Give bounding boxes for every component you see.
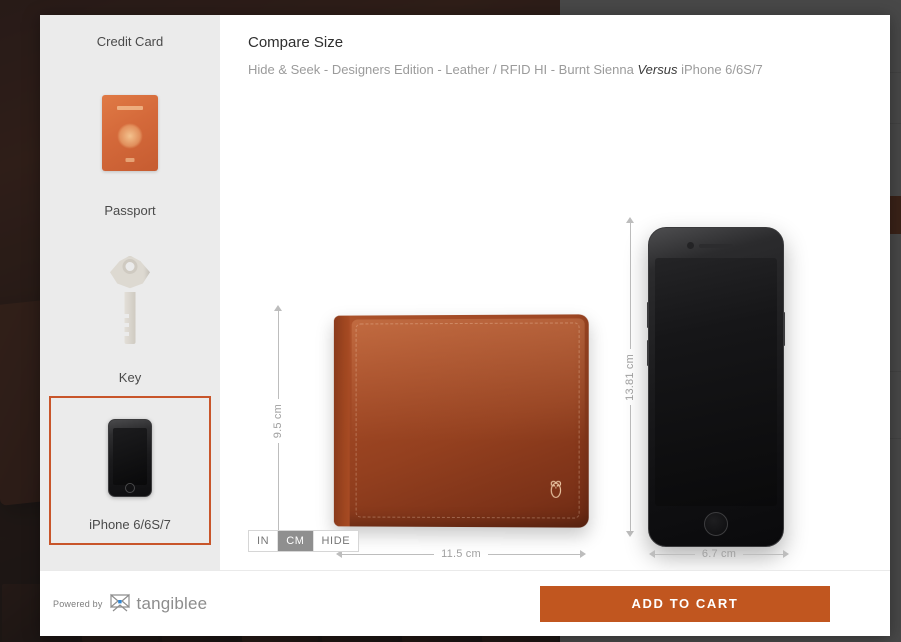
powered-by-tangiblee[interactable]: Powered by tangiblee	[53, 593, 207, 615]
sidebar-item-passport[interactable]: Passport	[40, 62, 220, 229]
modal-body: Credit Card Passport Key iPhone 6/6S/7 C…	[40, 15, 890, 570]
iphone-height-dimension: 13.81 cm	[622, 217, 638, 538]
wallet-height-dimension: 9.5 cm	[270, 305, 286, 537]
passport-icon	[40, 62, 220, 203]
subtitle-versus: Versus	[637, 62, 678, 77]
iphone-height-label: 13.81 cm	[624, 353, 636, 401]
unit-button-hide[interactable]: HIDE	[314, 531, 359, 551]
reference-iphone-image	[647, 227, 785, 547]
owl-icon	[549, 479, 562, 499]
key-icon	[40, 229, 220, 370]
sidebar-item-iphone[interactable]: iPhone 6/6S/7	[49, 396, 211, 545]
modal-title: Compare Size	[248, 34, 344, 51]
subtitle-reference: iPhone 6/6S/7	[681, 62, 763, 77]
unit-button-cm[interactable]: CM	[278, 531, 314, 551]
sidebar-item-label: iPhone 6/6S/7	[89, 517, 171, 532]
unit-toggle-group[interactable]: IN CM HIDE	[248, 530, 360, 552]
sidebar-item-credit-card[interactable]: Credit Card	[40, 15, 220, 62]
wallet-width-dimension: 11.5 cm	[336, 547, 586, 561]
compare-size-modal: Credit Card Passport Key iPhone 6/6S/7 C…	[40, 15, 890, 636]
sidebar-item-key[interactable]: Key	[40, 229, 220, 396]
wallet-height-label: 9.5 cm	[272, 403, 284, 439]
tangiblee-wordmark: tangiblee	[136, 593, 208, 613]
wallet-width-label: 11.5 cm	[441, 548, 481, 560]
page-root: Designer CART parison t usiness car sect…	[0, 0, 901, 642]
comparison-item-sidebar[interactable]: Credit Card Passport Key iPhone 6/6S/7	[40, 15, 220, 570]
add-to-cart-button[interactable]: ADD TO CART	[540, 585, 830, 622]
subtitle-product: Hide & Seek - Designers Edition - Leathe…	[248, 62, 634, 77]
comparison-stage: 9.5 cm 11.5 cm 13.81 cm 6.7 cm	[248, 79, 866, 560]
iphone-width-label: 6.7 cm	[701, 548, 737, 560]
phone-icon	[51, 398, 209, 517]
modal-subtitle: Hide & Seek - Designers Edition - Leathe…	[248, 61, 866, 79]
unit-button-in[interactable]: IN	[249, 531, 279, 551]
sidebar-item-label: Key	[118, 370, 142, 385]
product-wallet-image	[333, 314, 589, 528]
sidebar-item-label: Credit Card	[96, 34, 164, 49]
modal-footer: Powered by tangiblee ADD TO CART	[40, 570, 890, 636]
powered-by-label: Powered by	[53, 598, 103, 609]
sidebar-item-label: Passport	[104, 203, 156, 218]
iphone-width-dimension: 6.7 cm	[649, 547, 789, 561]
comparison-content: Compare Size Hide & Seek - Designers Edi…	[220, 15, 890, 570]
close-icon[interactable]	[853, 14, 889, 50]
tangiblee-logo-icon	[109, 593, 131, 615]
